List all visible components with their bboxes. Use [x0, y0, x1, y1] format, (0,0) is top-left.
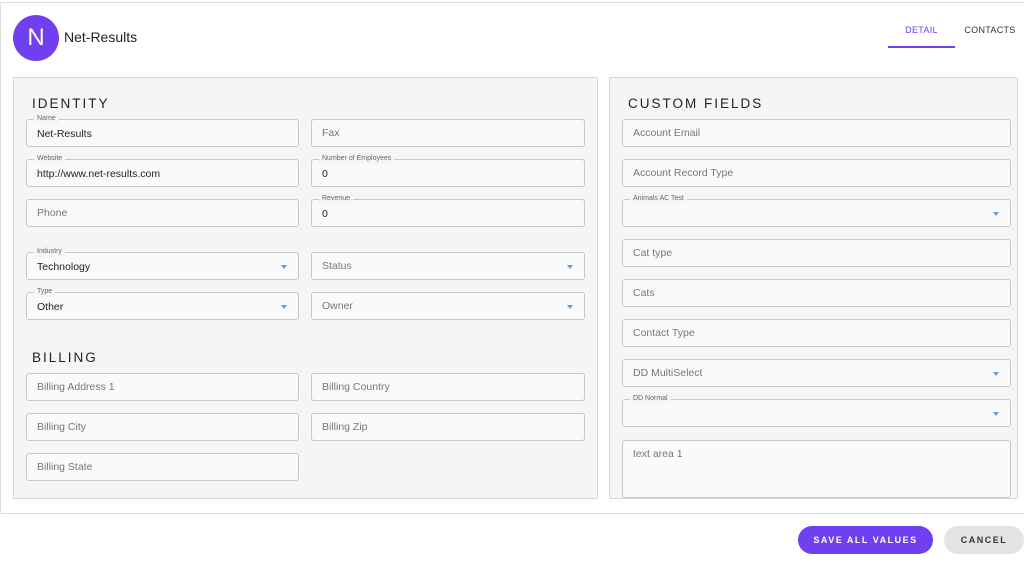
- chevron-down-icon: [993, 372, 999, 376]
- avatar-letter: N: [27, 24, 45, 51]
- website-field[interactable]: Website http://www.net-results.com: [26, 154, 299, 187]
- chevron-down-icon: [993, 212, 999, 216]
- owner-placeholder: Owner: [322, 300, 353, 312]
- website-value: http://www.net-results.com: [37, 168, 161, 180]
- dd-multiselect-select[interactable]: DD MultiSelect: [622, 359, 1011, 387]
- active-tab-indicator: [888, 46, 955, 48]
- employees-field[interactable]: Number of Employees 0: [311, 154, 585, 187]
- cats-placeholder: Cats: [633, 287, 655, 299]
- custom-fields-panel: CUSTOM FIELDS Account Email Account Reco…: [609, 77, 1018, 499]
- chevron-down-icon: [567, 305, 573, 309]
- billing-state-placeholder: Billing State: [37, 461, 93, 473]
- animals-ac-test-label: Animals AC Test: [630, 194, 687, 204]
- revenue-label: Revenue: [319, 194, 354, 204]
- website-label: Website: [34, 154, 66, 164]
- billing-state-field[interactable]: Billing State: [26, 453, 299, 481]
- phone-field[interactable]: Phone: [26, 199, 299, 227]
- billing-address-1-field[interactable]: Billing Address 1: [26, 373, 299, 401]
- chevron-down-icon: [281, 265, 287, 269]
- revenue-value: 0: [322, 208, 328, 220]
- industry-value: Technology: [37, 261, 91, 273]
- name-label: Name: [34, 114, 59, 124]
- status-placeholder: Status: [322, 260, 352, 272]
- billing-city-placeholder: Billing City: [37, 421, 87, 433]
- industry-label: Industry: [34, 247, 65, 257]
- identity-section-title: IDENTITY: [32, 96, 110, 111]
- dd-multiselect-placeholder: DD MultiSelect: [633, 367, 703, 379]
- billing-city-field[interactable]: Billing City: [26, 413, 299, 441]
- chevron-down-icon: [281, 305, 287, 309]
- fax-placeholder: Fax: [322, 127, 340, 139]
- billing-address-1-placeholder: Billing Address 1: [37, 381, 115, 393]
- text-area-1-field[interactable]: text area 1: [622, 440, 1011, 498]
- tab-detail[interactable]: DETAIL: [888, 25, 955, 35]
- name-value: Net-Results: [37, 128, 92, 140]
- owner-select[interactable]: Owner: [311, 292, 585, 320]
- tab-contacts[interactable]: CONTACTS: [962, 25, 1018, 35]
- custom-fields-section-title: CUSTOM FIELDS: [628, 96, 764, 111]
- type-value: Other: [37, 301, 64, 313]
- contact-type-placeholder: Contact Type: [633, 327, 695, 339]
- account-record-type-field[interactable]: Account Record Type: [622, 159, 1011, 187]
- billing-zip-field[interactable]: Billing Zip: [311, 413, 585, 441]
- account-record-type-placeholder: Account Record Type: [633, 167, 734, 179]
- name-field[interactable]: Name Net-Results: [26, 114, 299, 147]
- dd-normal-label: DD Normal: [630, 394, 671, 404]
- fax-field[interactable]: Fax: [311, 119, 585, 147]
- save-all-values-button[interactable]: SAVE ALL VALUES: [798, 526, 933, 554]
- identity-billing-panel: IDENTITY Name Net-Results Fax Website ht…: [13, 77, 598, 499]
- company-avatar: N: [13, 15, 59, 61]
- cats-field[interactable]: Cats: [622, 279, 1011, 307]
- account-email-placeholder: Account Email: [633, 127, 701, 139]
- animals-ac-test-select[interactable]: Animals AC Test: [622, 194, 1011, 227]
- company-name: Net-Results: [64, 29, 138, 45]
- revenue-field[interactable]: Revenue 0: [311, 194, 585, 227]
- type-label: Type: [34, 287, 56, 297]
- phone-placeholder: Phone: [37, 207, 68, 219]
- employees-label: Number of Employees: [319, 154, 395, 164]
- chevron-down-icon: [567, 265, 573, 269]
- industry-select[interactable]: Industry Technology: [26, 247, 299, 280]
- cat-type-placeholder: Cat type: [633, 247, 673, 259]
- billing-zip-placeholder: Billing Zip: [322, 421, 368, 433]
- billing-country-placeholder: Billing Country: [322, 381, 390, 393]
- type-select[interactable]: Type Other: [26, 287, 299, 320]
- text-area-1-placeholder: text area 1: [633, 448, 683, 460]
- employees-value: 0: [322, 168, 328, 180]
- account-email-field[interactable]: Account Email: [622, 119, 1011, 147]
- contact-type-field[interactable]: Contact Type: [622, 319, 1011, 347]
- billing-country-field[interactable]: Billing Country: [311, 373, 585, 401]
- dd-normal-select[interactable]: DD Normal: [622, 394, 1011, 427]
- billing-section-title: BILLING: [32, 350, 98, 365]
- status-select[interactable]: Status: [311, 252, 585, 280]
- cat-type-field[interactable]: Cat type: [622, 239, 1011, 267]
- cancel-button[interactable]: CANCEL: [944, 526, 1024, 554]
- chevron-down-icon: [993, 412, 999, 416]
